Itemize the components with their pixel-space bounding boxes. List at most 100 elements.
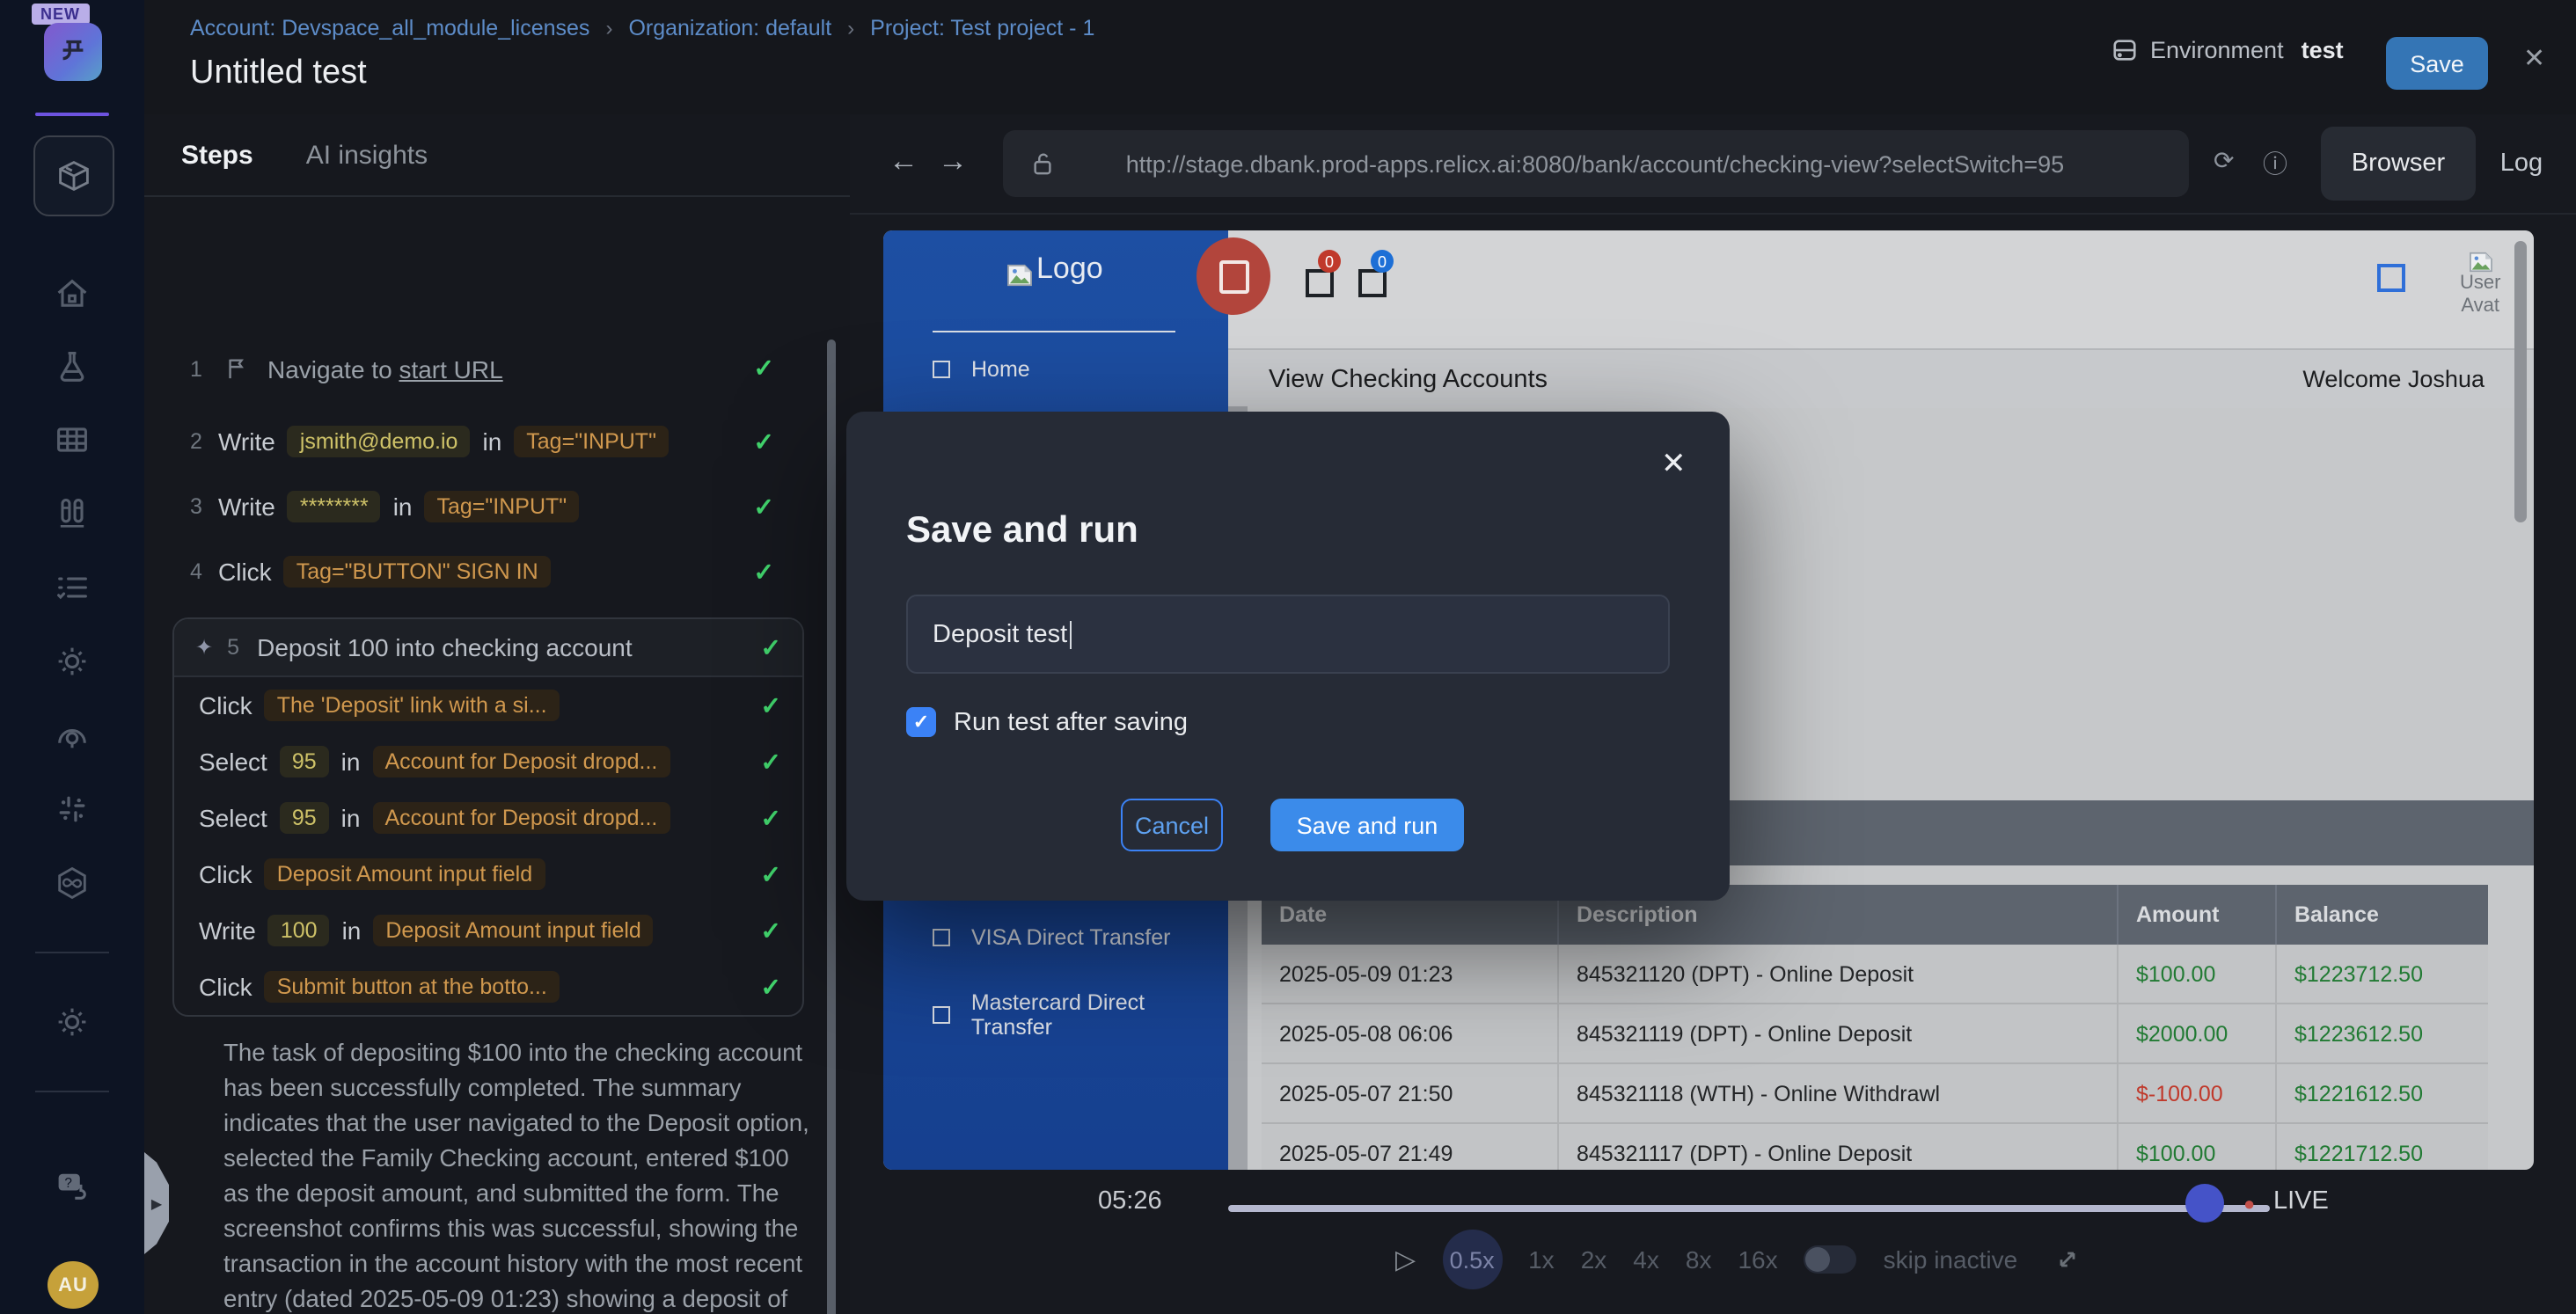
col-header-balance[interactable]: Balance (2277, 885, 2488, 945)
step-row-2[interactable]: 2 Write jsmith@demo.io in Tag="INPUT" ✓ (190, 426, 774, 457)
substep-row-2[interactable]: Select 95 in Account for Deposit dropd..… (174, 734, 802, 790)
substep-row-5[interactable]: Write 100 in Deposit Amount input field … (174, 902, 802, 959)
breadcrumb-account[interactable]: Account: Devspace_all_module_licenses (190, 16, 589, 40)
refresh-icon[interactable]: ⟳ (2214, 146, 2234, 176)
step-row-4[interactable]: 4 Click Tag="BUTTON" SIGN IN ✓ (190, 556, 774, 588)
save-button[interactable]: Save (2386, 37, 2488, 90)
sidebar-item-settings[interactable] (51, 1001, 93, 1043)
cell-amount: $100.00 (2119, 1124, 2277, 1170)
run-after-saving-option[interactable]: ✓ Run test after saving (906, 707, 1188, 737)
sidebar-item-runs[interactable] (51, 566, 93, 609)
bank-user-avatar-broken[interactable]: User Avat (2460, 252, 2500, 318)
environment-label: Environment (2150, 37, 2284, 63)
substep-row-3[interactable]: Select 95 in Account for Deposit dropd..… (174, 790, 802, 846)
checklist-icon (53, 568, 91, 607)
cell-balance: $1221712.50 (2277, 1124, 2488, 1170)
back-icon[interactable]: ← (889, 144, 918, 179)
cell-description: 845321118 (WTH) - Online Withdrawl (1559, 1064, 2119, 1124)
col-header-amount[interactable]: Amount (2119, 885, 2277, 945)
substep-row-1[interactable]: Click The 'Deposit' link with a si... ✓ (174, 677, 802, 734)
substep-row-4[interactable]: Click Deposit Amount input field ✓ (174, 846, 802, 902)
sidebar-item-help[interactable]: ? (51, 1164, 93, 1207)
sidebar-item-recorder-active[interactable] (33, 135, 114, 216)
step-verb: Write (218, 427, 275, 456)
bank-nav-home[interactable]: Home (933, 357, 1030, 382)
url-bar[interactable]: http://stage.dbank.prod-apps.relicx.ai:8… (1003, 130, 2189, 197)
close-icon[interactable]: ✕ (2523, 42, 2545, 74)
step-row-1[interactable]: 1 Navigate to start URL ✓ (190, 354, 774, 383)
speed-0-5x-button[interactable]: 0.5x (1442, 1230, 1502, 1289)
speed-4x-button[interactable]: 4x (1633, 1245, 1659, 1274)
stop-icon (1218, 259, 1248, 293)
sidebar-item-tests-active[interactable] (51, 493, 93, 535)
start-url-link[interactable]: start URL (399, 354, 502, 383)
table-row[interactable]: 2025-05-07 21:49 845321117 (DPT) - Onlin… (1262, 1124, 2488, 1170)
table-row[interactable]: 2025-05-07 21:50 845321118 (WTH) - Onlin… (1262, 1064, 2488, 1124)
lock-open-icon (1031, 151, 1054, 176)
cell-balance: $1221612.50 (2277, 1064, 2488, 1124)
step-passed-icon: ✓ (754, 557, 774, 587)
sidebar-item-api-link[interactable] (51, 862, 93, 904)
checkbox-checked-icon[interactable]: ✓ (906, 707, 936, 737)
tab-browser[interactable]: Browser (2321, 127, 2476, 201)
step-locator-chip: Account for Deposit dropd... (372, 746, 670, 777)
step-group-header[interactable]: ✦ 5 Deposit 100 into checking account ✓ (174, 619, 802, 677)
test-name-input[interactable]: Deposit test (906, 595, 1670, 674)
chevron-right-icon: › (847, 16, 854, 40)
forward-icon[interactable]: → (938, 144, 968, 179)
speed-16x-button[interactable]: 16x (1738, 1245, 1777, 1274)
step-locator-chip: Deposit Amount input field (265, 858, 545, 890)
sidebar-item-integrations[interactable] (51, 788, 93, 830)
tab-ai-insights[interactable]: AI insights (306, 140, 428, 170)
bank-nav-mastercard-transfer[interactable]: Mastercard Direct Transfer (933, 990, 1228, 1040)
cancel-button[interactable]: Cancel (1121, 799, 1223, 851)
sidebar-item-lab[interactable] (51, 347, 93, 389)
bank-notification-1[interactable]: 0 (1306, 269, 1334, 297)
table-row[interactable]: 2025-05-09 01:23 845321120 (DPT) - Onlin… (1262, 945, 2488, 1004)
save-and-run-button[interactable]: Save and run (1270, 799, 1464, 851)
bank-nav-visa-transfer[interactable]: VISA Direct Transfer (933, 925, 1170, 950)
table-row[interactable]: 2025-05-08 06:06 845321119 (DPT) - Onlin… (1262, 1004, 2488, 1064)
substep-row-6[interactable]: Click Submit button at the botto... ✓ (174, 959, 802, 1015)
step-value-chip: 95 (280, 746, 329, 777)
sidebar-item-home[interactable] (51, 273, 93, 315)
bank-logo[interactable]: Logo (1006, 252, 1103, 287)
close-icon[interactable]: ✕ (1661, 447, 1687, 482)
step-text: Navigate to start URL (267, 354, 503, 383)
expand-icon[interactable] (2054, 1247, 2079, 1272)
play-icon[interactable]: ▷ (1395, 1244, 1416, 1275)
breadcrumb-organization[interactable]: Organization: default (628, 16, 831, 40)
sidebar-item-agent[interactable] (51, 714, 93, 756)
sidebar-item-suites[interactable] (51, 419, 93, 461)
speed-8x-button[interactable]: 8x (1686, 1245, 1712, 1274)
record-indicator[interactable] (1197, 237, 1270, 315)
info-icon[interactable]: ⓘ (2263, 146, 2287, 181)
step-verb: Select (199, 748, 267, 776)
test-name-value: Deposit test (933, 620, 1067, 648)
bank-checkbox-icon[interactable] (2377, 264, 2405, 292)
playback-track[interactable] (1228, 1205, 2270, 1212)
user-avatar[interactable]: AU (48, 1261, 99, 1309)
bank-notification-2[interactable]: 0 (1358, 269, 1387, 297)
app-window: Account: Devspace_all_module_licenses › … (0, 0, 2576, 1314)
breadcrumb-project[interactable]: Project: Test project - 1 (870, 16, 1094, 40)
bank-scrollbar[interactable] (2514, 241, 2527, 522)
tab-steps[interactable]: Steps (181, 140, 253, 170)
test-title[interactable]: Untitled test (190, 55, 367, 93)
step-passed-icon: ✓ (761, 632, 781, 662)
playback-thumb[interactable] (2185, 1184, 2224, 1223)
skip-inactive-toggle[interactable] (1804, 1245, 1857, 1274)
speed-1x-button[interactable]: 1x (1528, 1245, 1555, 1274)
environment-selector[interactable]: Environment test (2111, 37, 2344, 63)
app-logo[interactable] (44, 23, 102, 81)
step-row-3[interactable]: 3 Write ******** in Tag="INPUT" ✓ (190, 491, 774, 522)
tab-log[interactable]: Log (2476, 127, 2567, 201)
cell-description: 845321120 (DPT) - Online Deposit (1559, 945, 2119, 1004)
step-number: 1 (190, 356, 206, 381)
step-verb: Click (199, 860, 252, 888)
step-locator-chip: Tag="INPUT" (514, 426, 669, 457)
sidebar-item-config[interactable] (51, 640, 93, 683)
chevron-right-icon: › (605, 16, 612, 40)
speed-2x-button[interactable]: 2x (1581, 1245, 1607, 1274)
steps-scrollbar[interactable] (827, 339, 836, 1314)
